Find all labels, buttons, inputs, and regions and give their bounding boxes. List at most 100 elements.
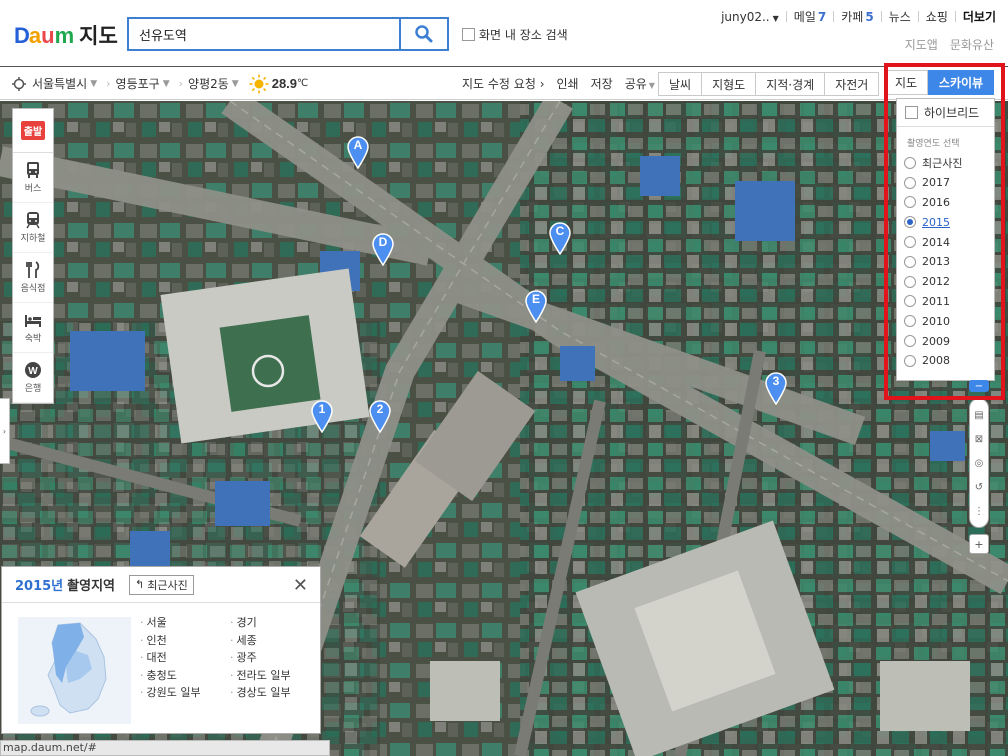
daum-map-logo[interactable]: Daum 지도 [14,20,118,50]
radio-button[interactable] [904,354,916,367]
nav-cafe[interactable]: 카페 5 [841,8,873,25]
layer-bicycle-button[interactable]: 자전거 [824,72,880,96]
sidebar-toggle-button[interactable]: › [0,398,10,464]
year-option[interactable]: 2012 [897,272,994,292]
year-option[interactable]: 2010 [897,311,994,331]
chevron-right-icon: › [106,77,111,90]
nav-mail[interactable]: 메일 7 [794,8,826,25]
current-location-icon[interactable] [12,76,26,91]
location-district[interactable]: 영등포구 ▼ [116,75,170,92]
link-map-app[interactable]: 지도앱 [905,36,938,53]
ruler-icon[interactable]: ▤ [974,410,983,421]
tool-label: 공유 [624,77,647,91]
print-button[interactable]: 인쇄 [557,75,579,92]
radio-button[interactable] [904,196,916,209]
nav-shopping[interactable]: 쇼핑 [926,8,948,25]
region-item: 경상도 일부 [230,685,315,702]
year-option[interactable]: 2015 [897,212,994,232]
link-heritage[interactable]: 문화유산 [950,36,994,53]
divider [917,11,919,22]
compass-icon[interactable]: ◎ [975,458,984,469]
search-button[interactable] [399,17,449,51]
year-option[interactable]: 최근사진 [897,153,994,173]
tab-map[interactable]: 지도 [884,70,928,95]
area-icon[interactable]: ⊠ [975,434,983,445]
coverage-region-list: 서울경기인천세종대전광주충청도전라도 일부강원도 일부경상도 일부 [140,615,315,702]
year-option[interactable]: 2008 [897,351,994,371]
region-item: 서울 [140,615,230,632]
chevron-right-icon: › [2,426,7,436]
save-button[interactable]: 저장 [591,75,613,92]
year-option[interactable]: 2011 [897,292,994,312]
radio-button[interactable] [904,315,916,328]
radio-button[interactable] [904,156,916,169]
nav-more[interactable]: 더보기 [963,8,996,25]
caret-down-icon: ▼ [231,78,239,89]
radio-button[interactable] [904,275,916,288]
edit-request-link[interactable]: 지도 수정 요청 › [462,75,545,92]
year-option[interactable]: 2013 [897,252,994,272]
sidebar-item-bus[interactable]: 버스 [13,153,53,203]
map-marker-1[interactable]: 1 [310,399,334,434]
mail-count-badge: 7 [817,10,827,24]
radio-button[interactable] [904,335,916,348]
region-item: 대전 [140,650,230,667]
location-city[interactable]: 서울특별시 ▼ [32,75,97,92]
map-marker-2[interactable]: 2 [368,399,392,434]
user-menu[interactable]: juny02.. ▼ [721,10,779,24]
hybrid-checkbox[interactable]: 하이브리드 [897,99,994,127]
radio-button[interactable] [904,295,916,308]
chevron-right-icon: › [178,77,184,90]
sidebar-item-lodging[interactable]: 숙박 [13,303,53,353]
more-tools-icon[interactable]: ⋮ [974,506,984,517]
location-label: 영등포구 [115,77,160,91]
location-label: 양평2동 [188,77,229,91]
map-marker-3[interactable]: 3 [764,371,788,406]
map-marker-a[interactable]: A [346,135,370,170]
marker-label: A [353,138,363,152]
sidebar-item-subway[interactable]: 지하철 [13,203,53,253]
year-option-label: 2009 [922,334,950,348]
map-marker-e[interactable]: E [524,289,548,324]
bus-icon [27,162,39,178]
year-option[interactable]: 2009 [897,331,994,351]
sidebar-item-bank[interactable]: W 은행 [13,353,53,403]
user-name: juny02.. [721,9,770,24]
sidebar-item-restaurant[interactable]: 음식점 [13,253,53,303]
map-tool-rail: ▤ ⊠ ◎ ↺ ⋮ [969,398,989,528]
zoom-in-button[interactable]: + [969,534,989,554]
zoom-out-button[interactable]: − [969,380,989,392]
layer-weather-button[interactable]: 날씨 [658,72,703,96]
weather-unit: ℃ [297,78,309,89]
recent-photo-button[interactable]: ↰ 최근사진 [129,574,194,595]
location-label: 서울특별시 [32,77,88,91]
close-icon[interactable]: ✕ [293,575,308,596]
checkbox-box[interactable] [905,106,918,119]
marker-label: E [531,292,540,306]
area-search-checkbox[interactable]: 화면 내 장소 검색 [462,26,568,43]
nav-label: 카페 [841,10,864,24]
status-bar-url: map.daum.net/# [0,740,330,756]
nav-news[interactable]: 뉴스 [889,8,911,25]
radio-button[interactable] [904,255,916,268]
year-option[interactable]: 2017 [897,173,994,193]
year-option[interactable]: 2016 [897,193,994,213]
sidebar-item-label: 버스 [24,184,42,194]
share-button[interactable]: 공유 ▼ [625,75,655,92]
year-option[interactable]: 2014 [897,232,994,252]
divider [833,11,835,22]
reset-icon[interactable]: ↺ [975,482,983,493]
radio-button[interactable] [904,236,916,249]
search-input[interactable] [129,19,399,49]
start-route-button[interactable]: 출발 [13,109,53,153]
radio-button[interactable] [904,216,916,229]
divider [954,11,956,22]
layer-cadastral-button[interactable]: 지적·경계 [755,72,826,96]
radio-button[interactable] [904,176,916,189]
tab-skyview[interactable]: 스카이뷰 [928,70,994,95]
location-dong[interactable]: 양평2동 ▼ [188,75,239,92]
layer-terrain-button[interactable]: 지형도 [701,72,757,96]
map-marker-d[interactable]: D [371,232,395,267]
map-marker-c[interactable]: C [548,221,572,256]
checkbox-box[interactable] [462,28,475,41]
